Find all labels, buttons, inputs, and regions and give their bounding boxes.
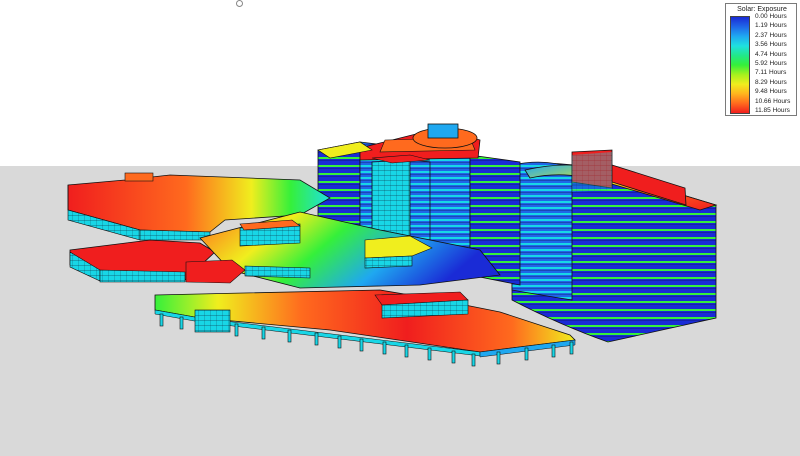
east-wing xyxy=(511,149,718,343)
legend-label: 5.92 Hours xyxy=(755,60,787,67)
legend-label: 8.29 Hours xyxy=(755,78,787,86)
orbit-pivot-icon[interactable] xyxy=(236,0,243,7)
legend-label: 10.66 Hours xyxy=(755,97,791,105)
legend-label: 1.19 Hours xyxy=(755,22,787,30)
legend-label: 0.00 Hours xyxy=(755,13,787,20)
legend-label: 7.11 Hours xyxy=(755,69,787,77)
legend-label: 3.56 Hours xyxy=(755,41,787,49)
legend-label: 4.74 Hours xyxy=(755,50,787,58)
3d-viewport[interactable]: Solar: Exposure 0.00 Hours 1.19 Hours 2.37… xyxy=(0,0,800,456)
legend-label: 11.85 Hours xyxy=(755,107,790,114)
legend-color-scale xyxy=(730,16,750,114)
solar-exposure-legend: Solar: Exposure 0.00 Hours 1.19 Hours 2.37… xyxy=(725,3,797,116)
building-model[interactable] xyxy=(0,0,800,456)
entrance-canopy xyxy=(154,289,576,367)
legend-label: 2.37 Hours xyxy=(755,31,787,39)
legend-title: Solar: Exposure xyxy=(737,6,787,13)
legend-label: 9.48 Hours xyxy=(755,88,787,96)
